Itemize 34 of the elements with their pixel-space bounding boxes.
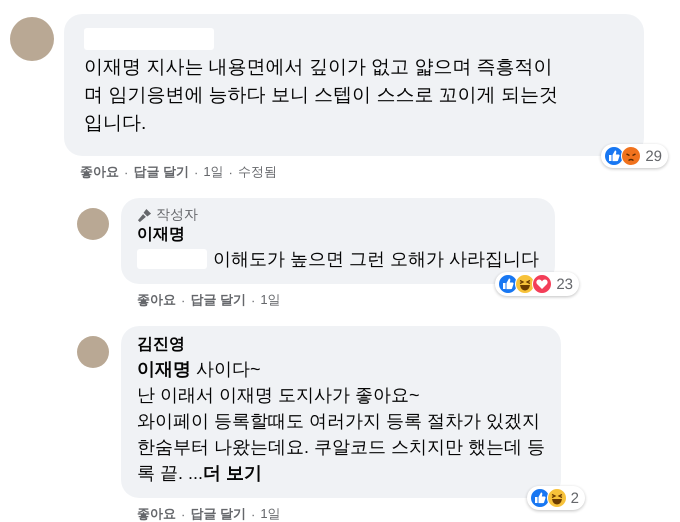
timestamp-link[interactable]: 1일 [203,163,224,181]
see-more-link[interactable]: 더 보기 [203,463,262,483]
separator-dot: · [181,292,186,308]
separator-dot: · [181,506,186,522]
avatar-photo-placeholder[interactable] [77,336,109,368]
microphone-icon [137,208,152,222]
comment-action-link[interactable]: 답글 달기 [190,505,246,522]
separator-dot: · [250,506,256,522]
avatar-photo-placeholder[interactable] [77,208,109,240]
comment-action-link[interactable]: 좋아요 [80,163,119,181]
comment-action-link[interactable]: 답글 달기 [133,163,189,181]
reaction-summary[interactable]: 23 [495,272,580,296]
separator-dot: · [194,164,198,180]
author-name[interactable]: 이재명 [137,224,540,246]
comment-action-link[interactable]: 답글 달기 [190,291,246,309]
timestamp-link[interactable]: 1일 [260,291,281,309]
thumbs-up-icon [530,488,550,508]
reaction-summary[interactable]: 2 [526,486,586,510]
avatar-photo-placeholder[interactable] [10,17,54,61]
timestamp-link[interactable]: 1일 [260,505,281,522]
separator-dot: · [124,164,128,180]
angry-face-icon [621,146,642,166]
edited-label: 수정됨 [238,163,277,181]
comment-action-link[interactable]: 좋아요 [137,505,176,522]
separator-dot: · [228,164,233,180]
comment-text: 이해도가 높으면 그런 오해가 사라집니다 [213,248,540,271]
laughing-face-icon [546,488,567,508]
comment-action-link[interactable]: 좋아요 [137,291,176,309]
separator-dot: · [250,292,256,308]
comment-text: 이재명 사이다~ 난 이래서 이재명 도지사가 좋아요~ 와이페이 등록할때도 여러가지 등록 절차가 있겠지 한숨부터 나왔는데요. 쿠알코드 스치지만 했는데 등 록 끝. ...더 보기 [137,358,546,485]
reaction-summary[interactable]: 29 [601,144,668,168]
comment-text: 이재명 지사는 내용면에서 깊이가 없고 얇으며 즉흥적이 며 임기응변에 능하다 보니 스텝이 스스로 꼬이게 되는것 입니다. [84,56,558,136]
author-name[interactable]: 김진영 [137,334,546,356]
author-label: 작성자 [156,206,198,224]
